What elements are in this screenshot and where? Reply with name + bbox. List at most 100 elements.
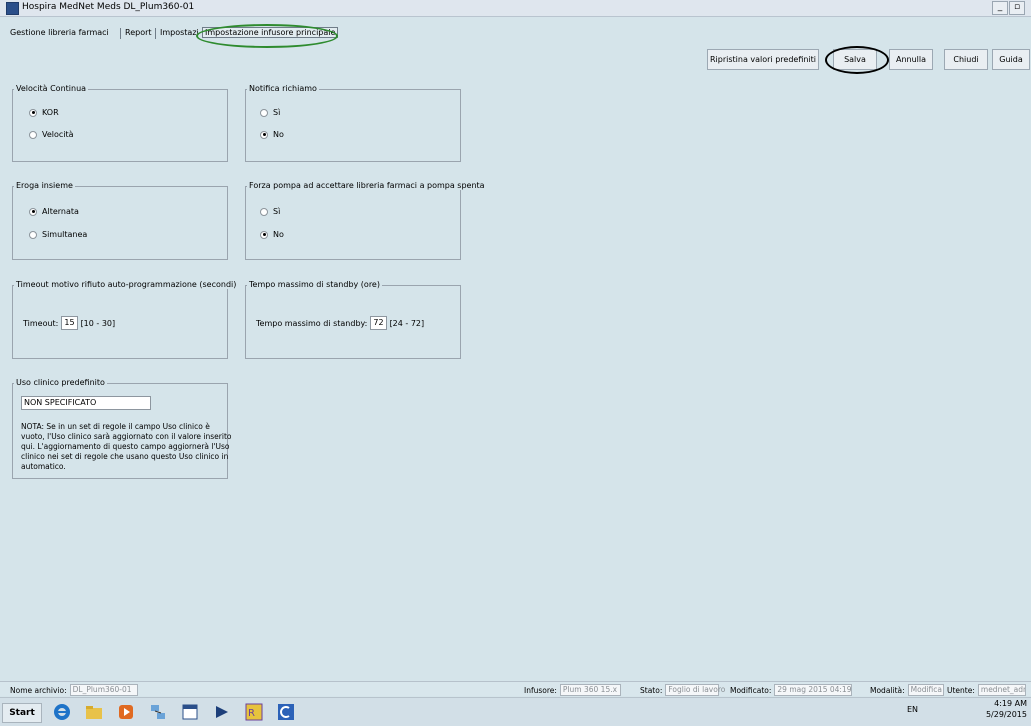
status-bar: Nome archivio: DL_Plum360-01 Infusore: P… [0,681,1031,696]
clock-time[interactable]: 4:19 AM [994,699,1027,708]
standby-group: Tempo massimo di standby (ore) Tempo mas… [245,280,461,359]
group-title: Eroga insieme [14,181,75,190]
help-button[interactable]: Guida [992,49,1030,70]
tab-cca-settings[interactable]: Impostazione CCA [160,28,198,37]
utility-app-icon[interactable]: R [244,702,264,722]
close-button[interactable]: Chiudi [944,49,988,70]
tab-bar: Gestione libreria farmaci Report Imposta… [0,22,1031,42]
timeout-group: Timeout motivo rifiuto auto-programmazio… [12,280,239,359]
powershell-icon[interactable] [212,702,232,722]
group-title: Timeout motivo rifiuto auto-programmazio… [14,280,239,289]
delivery-mode-group: Eroga insieme Alternata Simultanea [12,181,228,260]
radio-rate[interactable]: Velocità [29,130,74,139]
status-value: Modifica [907,684,944,696]
radio-unselected-icon[interactable] [260,108,268,117]
title-bar: Hospira MedNet Meds DL_Plum360-01 _ ▫ [0,0,1031,17]
status-value: 29 mag 2015 04:19 [774,684,853,696]
group-title: Notifica richiamo [247,84,319,93]
option-label: No [273,130,284,139]
window-controls: _ ▫ [992,1,1025,15]
timeout-label: Timeout: [23,318,59,328]
window-title: Hospira MedNet Meds DL_Plum360-01 [22,2,195,12]
group-title: Velocità Continua [14,84,89,93]
timeout-input[interactable]: 15 [61,316,78,330]
radio-unselected-icon[interactable] [29,130,37,139]
status-modified: Modificato: 29 mag 2015 04:19 [730,684,853,696]
taskbar: Start R EN 4:19 AM 5/29/2015 [0,697,1031,726]
standby-input[interactable]: 72 [370,316,387,330]
highlight-ellipse [196,24,338,48]
option-label: Alternata [42,207,79,216]
option-label: Velocità [42,130,74,139]
tab-separator [155,28,156,39]
status-state: Stato: Foglio di lavoro [640,684,725,696]
status-label: Infusore: [524,685,557,695]
group-title: Forza pompa ad accettare libreria farmac… [247,181,487,190]
status-archive: Nome archivio: DL_Plum360-01 [10,684,138,696]
app-icon [6,2,19,15]
status-value: mednet_admin [977,684,1026,696]
continuous-rate-group: Velocità Continua KOR Velocità [12,84,228,162]
radio-no[interactable]: No [260,230,284,239]
mednet-app-icon[interactable] [276,702,296,722]
radio-yes[interactable]: Sì [260,207,280,216]
system-tray: EN 4:19 AM 5/29/2015 [907,699,1027,722]
network-icon[interactable] [148,702,168,722]
status-value: Plum 360 15.x [559,684,621,696]
status-user: Utente: mednet_admin [947,684,1026,696]
maximize-button[interactable]: ▫ [1009,1,1025,15]
status-label: Utente: [947,685,975,695]
radio-unselected-icon[interactable] [260,207,268,216]
radio-selected-icon[interactable] [260,130,268,139]
internet-explorer-icon[interactable] [52,702,72,722]
status-label: Stato: [640,685,663,695]
standby-range: [24 - 72] [389,318,425,328]
force-pump-group: Forza pompa ad accettare libreria farmac… [245,181,487,260]
media-player-icon[interactable] [116,702,136,722]
start-button[interactable]: Start [2,703,42,723]
standby-label: Tempo massimo di standby: [256,318,368,328]
radio-selected-icon[interactable] [260,230,268,239]
radio-yes[interactable]: Sì [260,108,280,117]
option-label: Sì [273,207,281,216]
radio-alternate[interactable]: Alternata [29,207,79,216]
radio-no[interactable]: No [260,130,284,139]
radio-unselected-icon[interactable] [29,230,37,239]
restore-defaults-button[interactable]: Ripristina valori predefiniti [707,49,819,70]
status-infuser: Infusore: Plum 360 15.x [524,684,621,696]
tab-separator [120,28,121,39]
clinical-use-note: NOTA: Se in un set di regole il campo Us… [21,422,232,471]
radio-simultaneous[interactable]: Simultanea [29,230,87,239]
timeout-field: Timeout: 15 [10 - 30] [23,316,115,330]
status-label: Modificato: [730,685,772,695]
standby-field: Tempo massimo di standby: 72 [24 - 72] [256,316,424,330]
status-mode: Modalità: Modifica [870,684,944,696]
language-indicator[interactable]: EN [907,705,918,714]
highlight-ellipse [825,46,889,74]
clock-date[interactable]: 5/29/2015 [986,710,1027,719]
status-value: DL_Plum360-01 [69,684,138,696]
folder-icon[interactable] [84,702,104,722]
status-label: Nome archivio: [10,685,67,695]
tab-report[interactable]: Report [125,28,152,37]
default-clinical-use-group: Uso clinico predefinito NON SPECIFICATO … [12,378,231,479]
option-label: Simultanea [42,230,88,239]
status-label: Modalità: [870,685,905,695]
svg-text:R: R [248,708,255,719]
radio-kor[interactable]: KOR [29,108,59,117]
radio-selected-icon[interactable] [29,207,37,216]
group-title: Tempo massimo di standby (ore) [247,280,382,289]
group-title: Uso clinico predefinito [14,378,107,387]
option-label: No [273,230,284,239]
option-label: Sì [273,108,281,117]
cancel-button[interactable]: Annulla [889,49,933,70]
status-value: Foglio di lavoro [665,684,725,696]
app-window-icon[interactable] [180,702,200,722]
radio-selected-icon[interactable] [29,108,37,117]
clinical-use-input[interactable]: NON SPECIFICATO [21,396,151,410]
minimize-button[interactable]: _ [992,1,1008,15]
callback-notification-group: Notifica richiamo Sì No [245,84,461,162]
option-label: KOR [42,108,59,117]
tab-drug-library[interactable]: Gestione libreria farmaci [10,28,109,37]
timeout-range: [10 - 30] [80,318,116,328]
